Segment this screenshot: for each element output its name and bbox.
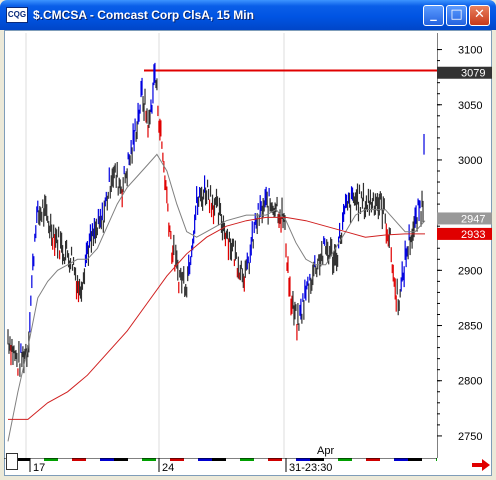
price-axis[interactable]: 3100 3050 3000 2900 2850 2800 2750 3079 2947 2933: [437, 33, 492, 458]
price-tick-label: 2850: [458, 321, 482, 333]
chart-corner-box[interactable]: [6, 453, 18, 470]
price-bars: [7, 62, 425, 377]
chart-window: CQG $.CMCSA - Comcast Corp ClsA, 15 Min …: [0, 0, 496, 480]
month-label: Apr: [317, 445, 334, 457]
price-tag-label: 2933: [461, 229, 485, 241]
time-tick-label: 17: [33, 462, 45, 474]
time-tick-label: 24: [162, 462, 174, 474]
price-tick-label: 2750: [458, 431, 482, 443]
title-bar[interactable]: CQG $.CMCSA - Comcast Corp ClsA, 15 Min …: [0, 0, 496, 30]
price-tick-label: 3050: [458, 100, 482, 112]
price-tag-label: 3079: [461, 68, 485, 80]
maximize-button[interactable]: □: [446, 5, 467, 26]
minimize-button[interactable]: _: [423, 5, 444, 26]
price-tag-label: 2947: [461, 213, 485, 225]
window-title: $.CMCSA - Comcast Corp ClsA, 15 Min: [33, 8, 254, 22]
scroll-right-arrow-icon[interactable]: [471, 458, 491, 472]
time-axis[interactable]: 17 24 31-23:30: [4, 458, 437, 476]
price-tick-label: 3100: [458, 45, 482, 57]
price-tick-label: 2800: [458, 376, 482, 388]
price-chart[interactable]: Apr: [4, 33, 437, 458]
cqg-app-icon: CQG: [6, 7, 28, 23]
moving-average-slow-line: [8, 216, 425, 420]
price-tick-label: 3000: [458, 155, 482, 167]
close-button[interactable]: ✕: [469, 5, 490, 26]
price-tick-label: 2900: [458, 265, 482, 277]
time-tick-label: 31-23:30: [289, 462, 332, 474]
